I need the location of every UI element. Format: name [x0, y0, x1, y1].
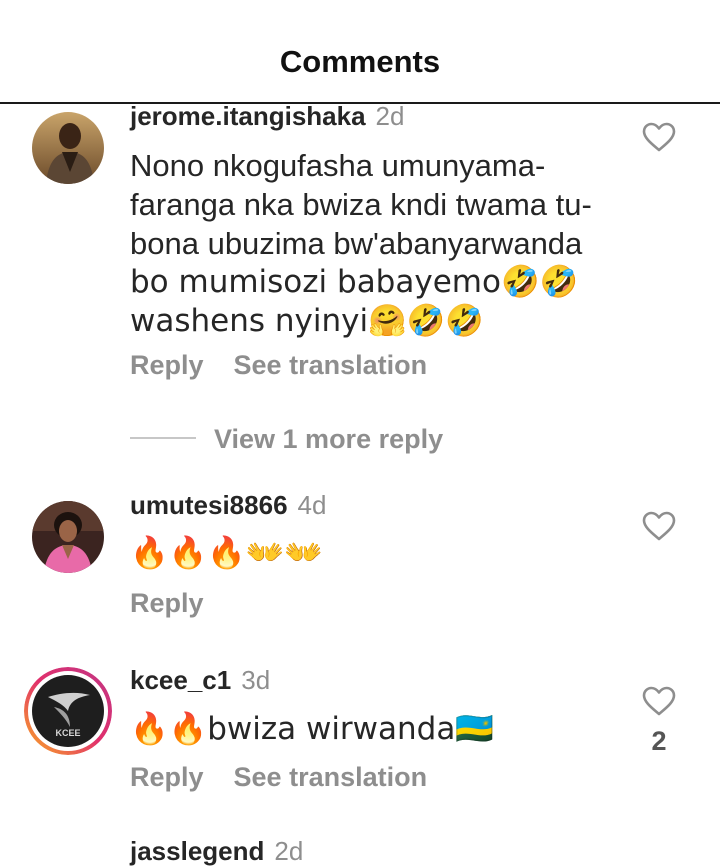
- comment-line: bo mumisozi babayemo🤣🤣: [130, 264, 579, 300]
- timestamp: 2d: [375, 101, 405, 131]
- timestamp: 4d: [297, 490, 327, 520]
- heart-icon[interactable]: [642, 122, 676, 152]
- view-more-replies-label[interactable]: View 1 more reply: [214, 424, 443, 455]
- comment-meta: jerome.itangishaka 2d: [130, 101, 404, 132]
- avatar[interactable]: [32, 112, 104, 184]
- see-translation-button[interactable]: See translation: [234, 762, 428, 792]
- reply-button[interactable]: Reply: [130, 350, 204, 380]
- comment-line: Nono nkogufasha umunyama-: [130, 148, 546, 183]
- avatar[interactable]: [32, 501, 104, 573]
- username[interactable]: umutesi8866: [130, 490, 288, 520]
- comment-line: faranga nka bwiza kndi twama tu-: [130, 187, 592, 222]
- heart-icon[interactable]: [642, 686, 676, 716]
- see-translation-button[interactable]: See translation: [234, 350, 428, 380]
- heart-icon[interactable]: [642, 511, 676, 541]
- comments-header: Comments: [0, 0, 720, 104]
- comment-actions: Reply See translation: [130, 762, 427, 793]
- comment-actions: Reply: [130, 588, 204, 619]
- page-title: Comments: [279, 44, 441, 79]
- comment-text: Nono nkogufasha umunyama- faranga nka bw…: [130, 146, 630, 341]
- like-count: 2: [651, 726, 667, 756]
- comment-meta: umutesi8866 4d: [130, 490, 326, 521]
- reply-button[interactable]: Reply: [130, 588, 204, 618]
- reply-button[interactable]: Reply: [130, 762, 204, 792]
- username[interactable]: jasslegend: [130, 836, 264, 866]
- divider: [130, 437, 196, 439]
- comment-meta: kcee_c1 3d: [130, 665, 270, 696]
- comment-text: 🔥🔥🔥👐👐: [130, 535, 323, 571]
- comment-actions: Reply See translation: [130, 350, 427, 381]
- timestamp: 2d: [274, 836, 304, 866]
- timestamp: 3d: [241, 665, 271, 695]
- username[interactable]: kcee_c1: [130, 665, 231, 695]
- comment-line: washens nyinyi🤗🤣🤣: [130, 303, 484, 339]
- username[interactable]: jerome.itangishaka: [130, 101, 366, 131]
- partial-comment-meta: jasslegend 2d: [130, 836, 303, 867]
- comment-line: bona ubuzima bw'abanyarwanda: [130, 226, 583, 261]
- avatar-logo-text: KCEE: [55, 728, 80, 738]
- comment-text: 🔥🔥bwiza wirwanda🇷🇼: [130, 711, 494, 747]
- avatar[interactable]: KCEE: [24, 667, 112, 755]
